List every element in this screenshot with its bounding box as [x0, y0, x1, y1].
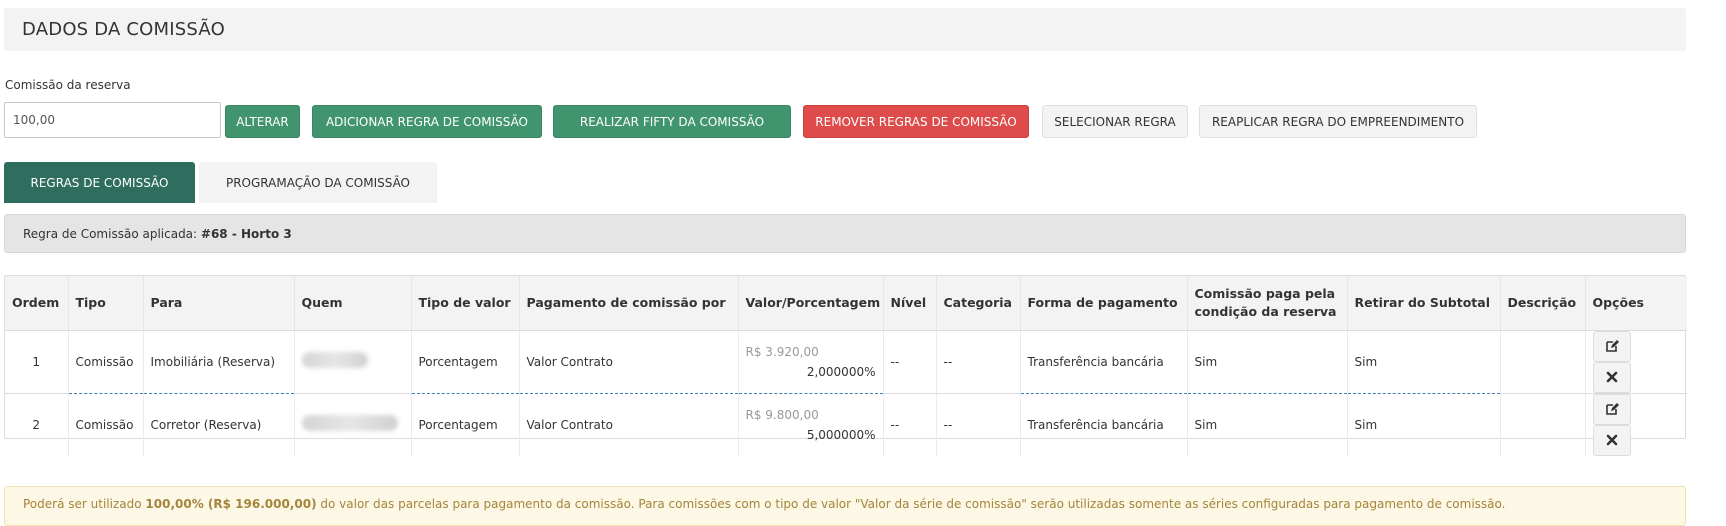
notice-part2: do valor das parcelas para pagamento da …: [320, 497, 1506, 511]
cell-ordem: 1: [5, 330, 69, 394]
commission-notice: Poderá ser utilizado 100,00% (R$ 196.000…: [4, 486, 1686, 526]
cell-subtotal[interactable]: Sim: [1347, 393, 1501, 456]
cell-para[interactable]: Corretor (Reserva): [143, 393, 295, 456]
close-icon: [1606, 371, 1617, 383]
notice-part1: Poderá ser utilizado: [23, 497, 142, 511]
notice-highlight: 100,00% (R$ 196.000,00): [145, 497, 317, 511]
cell-condicao[interactable]: Sim: [1187, 330, 1348, 394]
col-valor[interactable]: Valor/Porcentagem: [738, 276, 884, 331]
valor-percent: 2,000000%: [806, 364, 876, 379]
col-opcoes: Opções: [1585, 276, 1687, 331]
cell-categoria: --: [936, 393, 1021, 456]
redacted-name: [301, 415, 398, 431]
commission-label: Comissão da reserva: [5, 78, 131, 92]
applied-rule-name: #68 - Horto 3: [200, 227, 292, 241]
cell-tipo[interactable]: Comissão: [68, 393, 144, 456]
cell-forma[interactable]: Transferência bancária: [1020, 393, 1188, 456]
cell-pagamento[interactable]: Valor Contrato: [519, 393, 739, 456]
cell-pagamento[interactable]: Valor Contrato: [519, 330, 739, 394]
alterar-button[interactable]: ALTERAR: [225, 105, 300, 138]
col-tipo[interactable]: Tipo: [68, 276, 144, 331]
applied-rule-label: Regra de Comissão aplicada:: [23, 227, 198, 241]
tab-commission-rules[interactable]: REGRAS DE COMISSÃO: [4, 162, 195, 203]
select-rule-button[interactable]: SELECIONAR REGRA: [1042, 105, 1188, 138]
delete-button[interactable]: [1592, 424, 1631, 456]
cell-opcoes: [1585, 330, 1687, 394]
fifty-button[interactable]: REALIZAR FIFTY DA COMISSÃO: [553, 105, 791, 138]
col-tipo-valor[interactable]: Tipo de valor: [411, 276, 520, 331]
cell-descricao: [1500, 330, 1586, 394]
edit-icon: [1605, 403, 1619, 415]
edit-button[interactable]: [1592, 330, 1631, 362]
cell-descricao: [1500, 393, 1586, 456]
cell-para[interactable]: Imobiliária (Reserva): [143, 330, 295, 394]
tab-commission-schedule[interactable]: PROGRAMAÇÃO DA COMISSÃO: [199, 162, 437, 203]
commission-input[interactable]: [4, 102, 221, 138]
table-header-row: Ordem Tipo Para Quem Tipo de valor Pagam…: [5, 276, 1687, 331]
cell-nivel: --: [883, 393, 937, 456]
edit-button[interactable]: [1592, 393, 1631, 425]
cell-quem: [294, 330, 412, 394]
redacted-name: [301, 352, 368, 368]
cell-subtotal[interactable]: Sim: [1347, 330, 1501, 394]
add-rule-button[interactable]: ADICIONAR REGRA DE COMISSÃO: [312, 105, 542, 138]
cell-opcoes: [1585, 393, 1687, 456]
reapply-rule-button[interactable]: REAPLICAR REGRA DO EMPREENDIMENTO: [1199, 105, 1477, 138]
remove-rules-button[interactable]: REMOVER REGRAS DE COMISSÃO: [803, 105, 1029, 138]
col-pagamento[interactable]: Pagamento de comissão por: [519, 276, 739, 331]
col-categoria[interactable]: Categoria: [936, 276, 1021, 331]
col-forma[interactable]: Forma de pagamento: [1020, 276, 1188, 331]
delete-button[interactable]: [1592, 361, 1631, 393]
section-title: DADOS DA COMISSÃO: [4, 8, 1686, 51]
close-icon: [1606, 434, 1617, 446]
cell-categoria: --: [936, 330, 1021, 394]
col-quem[interactable]: Quem: [294, 276, 412, 331]
col-ordem[interactable]: Ordem: [5, 276, 69, 331]
applied-rule-bar: Regra de Comissão aplicada: #68 - Horto …: [4, 214, 1686, 253]
col-condicao[interactable]: Comissão paga pela condição da reserva: [1187, 276, 1348, 331]
cell-ordem: 2: [5, 393, 69, 456]
table-row: 2 Comissão Corretor (Reserva) Porcentage…: [5, 393, 1687, 456]
cell-tipo-valor[interactable]: Porcentagem: [411, 330, 520, 394]
col-subtotal[interactable]: Retirar do Subtotal: [1347, 276, 1501, 331]
cell-nivel: --: [883, 330, 937, 394]
valor-amount: R$ 3.920,00: [745, 344, 819, 359]
cell-tipo-valor[interactable]: Porcentagem: [411, 393, 520, 456]
table-row: 1 Comissão Imobiliária (Reserva) Porcent…: [5, 330, 1687, 394]
cell-quem: [294, 393, 412, 456]
col-descricao[interactable]: Descrição: [1500, 276, 1586, 331]
col-para[interactable]: Para: [143, 276, 295, 331]
valor-percent: 5,000000%: [806, 427, 876, 442]
cell-valor[interactable]: R$ 3.920,00 2,000000%: [738, 330, 884, 394]
cell-valor[interactable]: R$ 9.800,00 5,000000%: [738, 393, 884, 456]
commission-table: Ordem Tipo Para Quem Tipo de valor Pagam…: [4, 275, 1687, 456]
edit-icon: [1605, 340, 1619, 352]
col-nivel[interactable]: Nível: [883, 276, 937, 331]
cell-tipo[interactable]: Comissão: [68, 330, 144, 394]
valor-amount: R$ 9.800,00: [745, 407, 819, 422]
cell-forma[interactable]: Transferência bancária: [1020, 330, 1188, 394]
cell-condicao[interactable]: Sim: [1187, 393, 1348, 456]
